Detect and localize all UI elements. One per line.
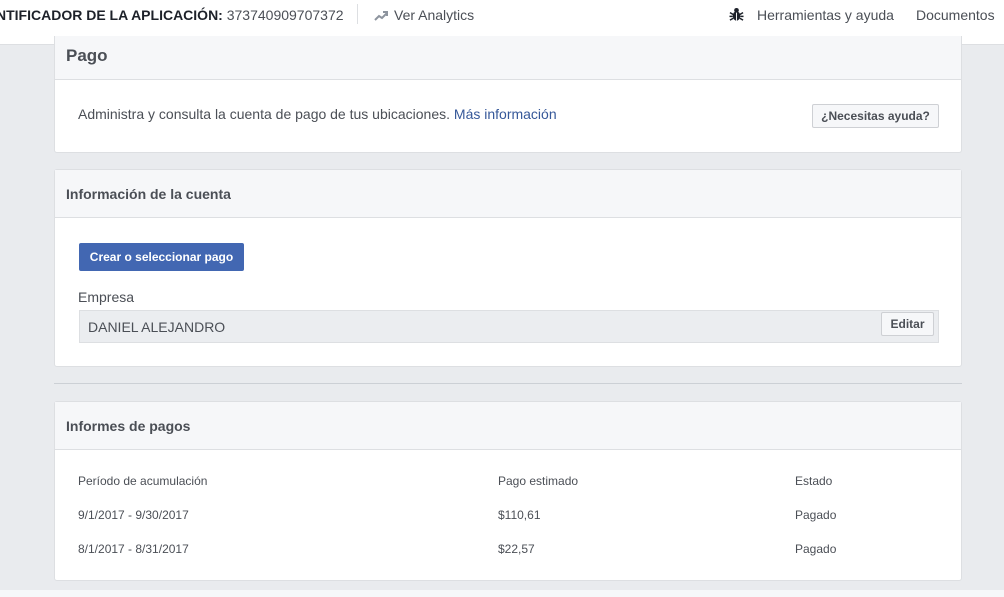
- section-divider: [54, 383, 962, 384]
- create-payout-button[interactable]: Crear o seleccionar pago: [79, 243, 244, 271]
- page-title: Pago: [66, 46, 108, 65]
- account-header: Información de la cuenta: [55, 170, 961, 218]
- description-text: Administra y consulta la cuenta de pago …: [78, 106, 451, 122]
- company-field: DANIEL ALEJANDRO Editar: [79, 310, 939, 343]
- app-id: NTIFICADOR DE LA APLICACIÓN: 37374090970…: [0, 7, 344, 23]
- table-cell-amount: $110,61: [498, 508, 541, 522]
- column-header-period: Período de acumulación: [78, 474, 208, 488]
- bug-icon: [729, 7, 744, 21]
- edit-button[interactable]: Editar: [881, 312, 934, 336]
- app-id-label: NTIFICADOR DE LA APLICACIÓN:: [0, 7, 223, 23]
- divider: [357, 4, 358, 24]
- app-id-value: 373740909707372: [226, 7, 344, 23]
- analytics-link[interactable]: Ver Analytics: [374, 7, 474, 23]
- analytics-label: Ver Analytics: [394, 7, 475, 23]
- reports-title: Informes de pagos: [66, 418, 191, 434]
- more-info-link[interactable]: Más información: [454, 106, 557, 122]
- docs-link[interactable]: Documentos: [916, 7, 995, 23]
- table-cell-amount: $22,57: [498, 542, 535, 556]
- reports-header: Informes de pagos: [55, 402, 961, 450]
- company-value: DANIEL ALEJANDRO: [88, 319, 226, 335]
- company-label: Empresa: [78, 289, 135, 305]
- table-cell-period: 8/1/2017 - 8/31/2017: [78, 542, 189, 556]
- table-cell-status: Pagado: [795, 542, 837, 556]
- tools-menu[interactable]: Herramientas y ayuda: [729, 7, 894, 23]
- table-cell-period: 9/1/2017 - 9/30/2017: [78, 508, 189, 522]
- payout-panel: Pago Administra y consulta la cuenta de …: [54, 36, 962, 153]
- account-title: Información de la cuenta: [66, 186, 231, 202]
- tools-label: Herramientas y ayuda: [757, 7, 894, 23]
- column-header-estimated: Pago estimado: [498, 474, 579, 488]
- payout-header: Pago: [55, 36, 961, 80]
- trending-up-icon: [374, 11, 388, 21]
- payout-reports-panel: Informes de pagos Período de acumulación…: [54, 401, 962, 581]
- help-button[interactable]: ¿Necesitas ayuda?: [812, 104, 939, 128]
- payout-description: Administra y consulta la cuenta de pago …: [78, 106, 557, 122]
- bottom-strip: [0, 590, 1004, 597]
- table-cell-status: Pagado: [795, 508, 837, 522]
- column-header-status: Estado: [795, 474, 833, 488]
- account-panel: Información de la cuenta Crear o selecci…: [54, 169, 962, 367]
